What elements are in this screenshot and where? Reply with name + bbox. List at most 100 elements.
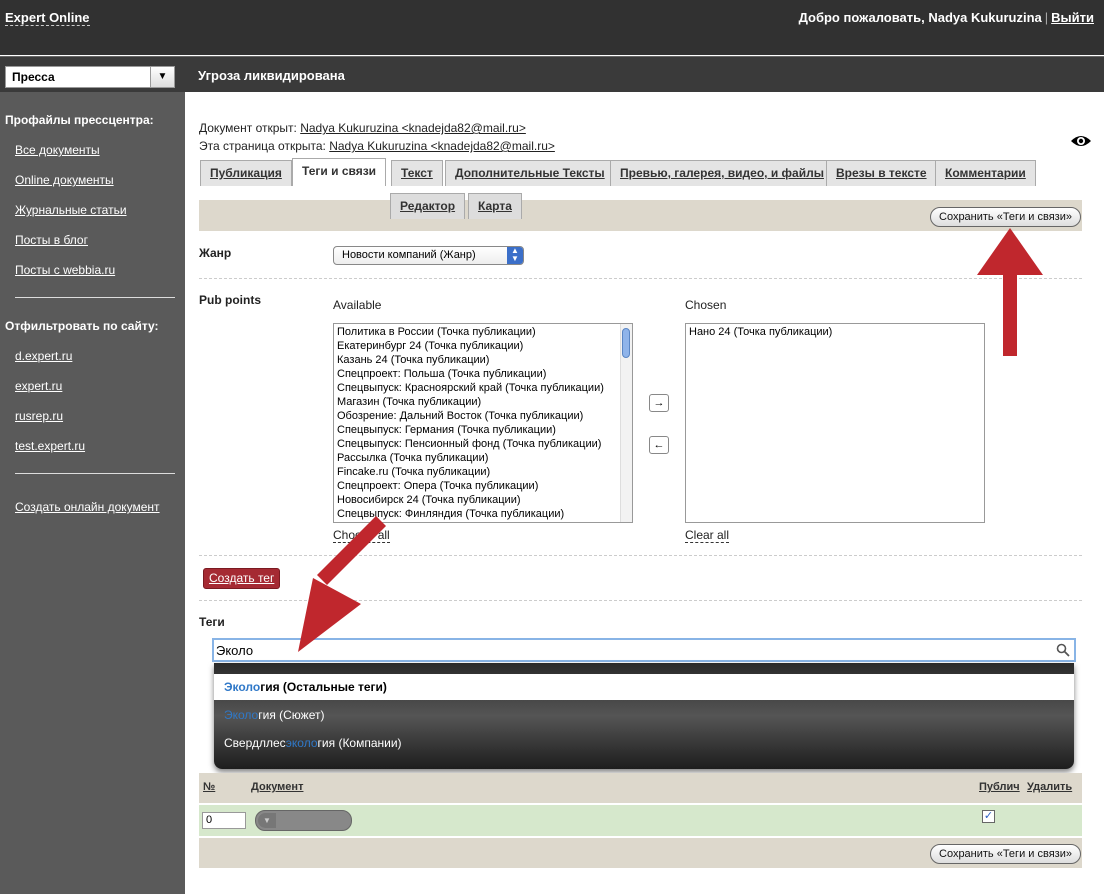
document-combo[interactable]: ▼ xyxy=(255,810,352,831)
move-right-button[interactable]: → xyxy=(649,394,669,412)
suggestion-rest: гия (Сюжет) xyxy=(258,708,325,722)
sidebar-item-webbia[interactable]: Посты с webbia.ru xyxy=(15,263,115,277)
suggestion-item[interactable]: Свердллесэкология (Компании) xyxy=(214,730,1074,756)
sidebar-item-journal[interactable]: Журнальные статьи xyxy=(15,203,127,217)
welcome-text: Добро пожаловать, Nadya Kukuruzina xyxy=(798,10,1042,25)
list-item[interactable]: Fincake.ru (Точка публикации) xyxy=(334,465,632,479)
create-tag-button[interactable]: Создать тег xyxy=(203,568,281,589)
separator: | xyxy=(1044,10,1049,25)
chevron-down-icon[interactable]: ▼ xyxy=(258,813,276,828)
create-online-doc-link[interactable]: Создать онлайн документ xyxy=(15,500,160,514)
save-button-bottom[interactable]: Сохранить «Теги и связи» xyxy=(930,844,1081,864)
suggestion-item[interactable]: Экология (Сюжет) xyxy=(214,702,1074,728)
list-item[interactable]: Спецпроект: Польша (Точка публикации) xyxy=(334,367,632,381)
tab-editor[interactable]: Редактор xyxy=(390,193,466,219)
save-button[interactable]: Сохранить «Теги и связи» xyxy=(930,207,1081,227)
opened-by: Документ открыт: Nadya Kukuruzina <knade… xyxy=(199,121,526,135)
tags-search-input[interactable]: Эколо xyxy=(212,638,1076,662)
col-delete[interactable]: Удалить xyxy=(1027,781,1072,793)
suggestion-match: Эколо xyxy=(224,680,261,694)
sidebar-item-rusrep[interactable]: rusrep.ru xyxy=(15,409,63,423)
divider xyxy=(15,473,175,474)
page-opened-label: Эта страница открыта: xyxy=(199,139,326,153)
public-checkbox[interactable]: ✓ xyxy=(982,810,995,823)
list-item[interactable]: Политика в России (Точка публикации) xyxy=(334,325,632,339)
related-table-header: № Документ Публич Удалить xyxy=(199,773,1082,803)
move-left-button[interactable]: ← xyxy=(649,436,669,454)
list-item[interactable]: Спецвыпуск: Германия (Точка публикации) xyxy=(334,423,632,437)
tab-inserts[interactable]: Врезы в тексте xyxy=(826,160,937,186)
chevron-down-icon[interactable]: ▼ xyxy=(150,67,174,87)
col-public[interactable]: Публич xyxy=(979,781,1020,793)
chosen-label: Chosen xyxy=(685,298,727,312)
app-logo[interactable]: Expert Online xyxy=(5,10,90,26)
tab-extra-texts[interactable]: Дополнительные Тексты xyxy=(445,160,615,186)
eye-icon[interactable] xyxy=(1070,134,1092,148)
tag-suggestions: Экология (Остальные теги) Экология (Сюже… xyxy=(214,663,1074,769)
tab-tags[interactable]: Теги и связи xyxy=(292,158,387,186)
list-item[interactable]: Магазин (Точка публикации) xyxy=(334,395,632,409)
list-item[interactable]: Нано 24 (Точка публикации) xyxy=(686,325,984,339)
top-bar: Expert Online Добро пожаловать, Nadya Ku… xyxy=(0,0,1104,55)
genre-label: Жанр xyxy=(199,246,232,260)
list-item[interactable]: Новосибирск 24 (Точка публикации) xyxy=(334,493,632,507)
suggestion-match: эколо xyxy=(285,736,318,750)
genre-select-value: Новости компаний (Жанр) xyxy=(342,249,476,261)
page-opened-by: Эта страница открыта: Nadya Kukuruzina <… xyxy=(199,139,555,153)
welcome-area: Добро пожаловать, Nadya Kukuruzina | Выйти xyxy=(799,10,1094,25)
sidebar-item-blog[interactable]: Посты в блог xyxy=(15,233,88,247)
scroll-thumb[interactable] xyxy=(622,328,630,358)
logout-link[interactable]: Выйти xyxy=(1051,10,1094,25)
divider xyxy=(199,555,1082,556)
sidebar-item-expert[interactable]: expert.ru xyxy=(15,379,62,393)
section-select[interactable]: Пресса ▼ xyxy=(5,66,175,88)
list-scrollbar[interactable] xyxy=(620,324,632,522)
col-document[interactable]: Документ xyxy=(251,781,303,793)
list-item[interactable]: Спецвыпуск: Пенсионный фонд (Точка публи… xyxy=(334,437,632,451)
select-arrows-icon: ▲ ▼ xyxy=(507,247,523,264)
list-item[interactable]: Спецвыпуск: Финляндия (Точка публикации) xyxy=(334,507,632,521)
list-item[interactable]: Обозрение: Дальний Восток (Точка публика… xyxy=(334,409,632,423)
profiles-heading: Профайлы прессцентра: xyxy=(5,113,154,127)
filter-heading: Отфильтровать по сайту: xyxy=(5,319,159,333)
tab-publication[interactable]: Публикация xyxy=(200,160,292,186)
genre-select[interactable]: Новости компаний (Жанр) ▲ ▼ xyxy=(333,246,524,265)
clear-all-link[interactable]: Clear all xyxy=(685,528,730,543)
sidebar-item-d-expert[interactable]: d.expert.ru xyxy=(15,349,72,363)
document-title: Угроза ликвидирована xyxy=(198,68,345,83)
sidebar-item-test-expert[interactable]: test.expert.ru xyxy=(15,439,85,453)
tab-preview[interactable]: Превью, галерея, видео, и файлы xyxy=(610,160,834,186)
list-item[interactable]: Екатеринбург 24 (Точка публикации) xyxy=(334,339,632,353)
list-item[interactable]: Казань 24 (Точка публикации) xyxy=(334,353,632,367)
choose-all-link[interactable]: Choose all xyxy=(333,528,390,543)
page-opened-link[interactable]: Nadya Kukuruzina <knadejda82@mail.ru> xyxy=(329,139,555,153)
suggestion-match: Эколо xyxy=(224,708,259,722)
sidebar-item-online-docs[interactable]: Online документы xyxy=(15,173,114,187)
tags-input-value: Эколо xyxy=(216,643,254,658)
col-number[interactable]: № xyxy=(203,781,215,793)
sidebar-item-all-docs[interactable]: Все документы xyxy=(15,143,100,157)
opened-by-link[interactable]: Nadya Kukuruzina <knadejda82@mail.ru> xyxy=(300,121,526,135)
search-icon[interactable] xyxy=(1056,643,1070,657)
divider xyxy=(15,297,175,298)
tab-comments[interactable]: Комментарии xyxy=(935,160,1036,186)
sidebar: Профайлы прессцентра: Все документы Onli… xyxy=(0,92,185,894)
list-item[interactable]: Рассылка (Точка публикации) xyxy=(334,451,632,465)
tab-map[interactable]: Карта xyxy=(468,193,522,219)
list-item[interactable]: Спецпроект: Опера (Точка публикации) xyxy=(334,479,632,493)
divider xyxy=(199,278,1082,279)
suggestion-rest: гия (Остальные теги) xyxy=(260,680,387,694)
available-list[interactable]: Политика в России (Точка публикации) Ека… xyxy=(333,323,633,523)
suggestion-rest: гия (Компании) xyxy=(317,736,402,750)
tags-label: Теги xyxy=(199,615,225,629)
row-number-input[interactable]: 0 xyxy=(202,812,246,829)
opened-by-label: Документ открыт: xyxy=(199,121,297,135)
list-item[interactable]: Спецвыпуск: Красноярский край (Точка пуб… xyxy=(334,381,632,395)
main-content: Документ открыт: Nadya Kukuruzina <knade… xyxy=(185,92,1104,894)
chosen-list[interactable]: Нано 24 (Точка публикации) xyxy=(685,323,985,523)
section-select-value: Пресса xyxy=(12,70,55,84)
sub-bar: Пресса ▼ Угроза ликвидирована xyxy=(0,56,1104,92)
tab-text[interactable]: Текст xyxy=(391,160,443,186)
suggestion-item[interactable]: Экология (Остальные теги) xyxy=(214,674,1074,700)
table-row: 0 ▼ ✓ xyxy=(199,805,1082,836)
